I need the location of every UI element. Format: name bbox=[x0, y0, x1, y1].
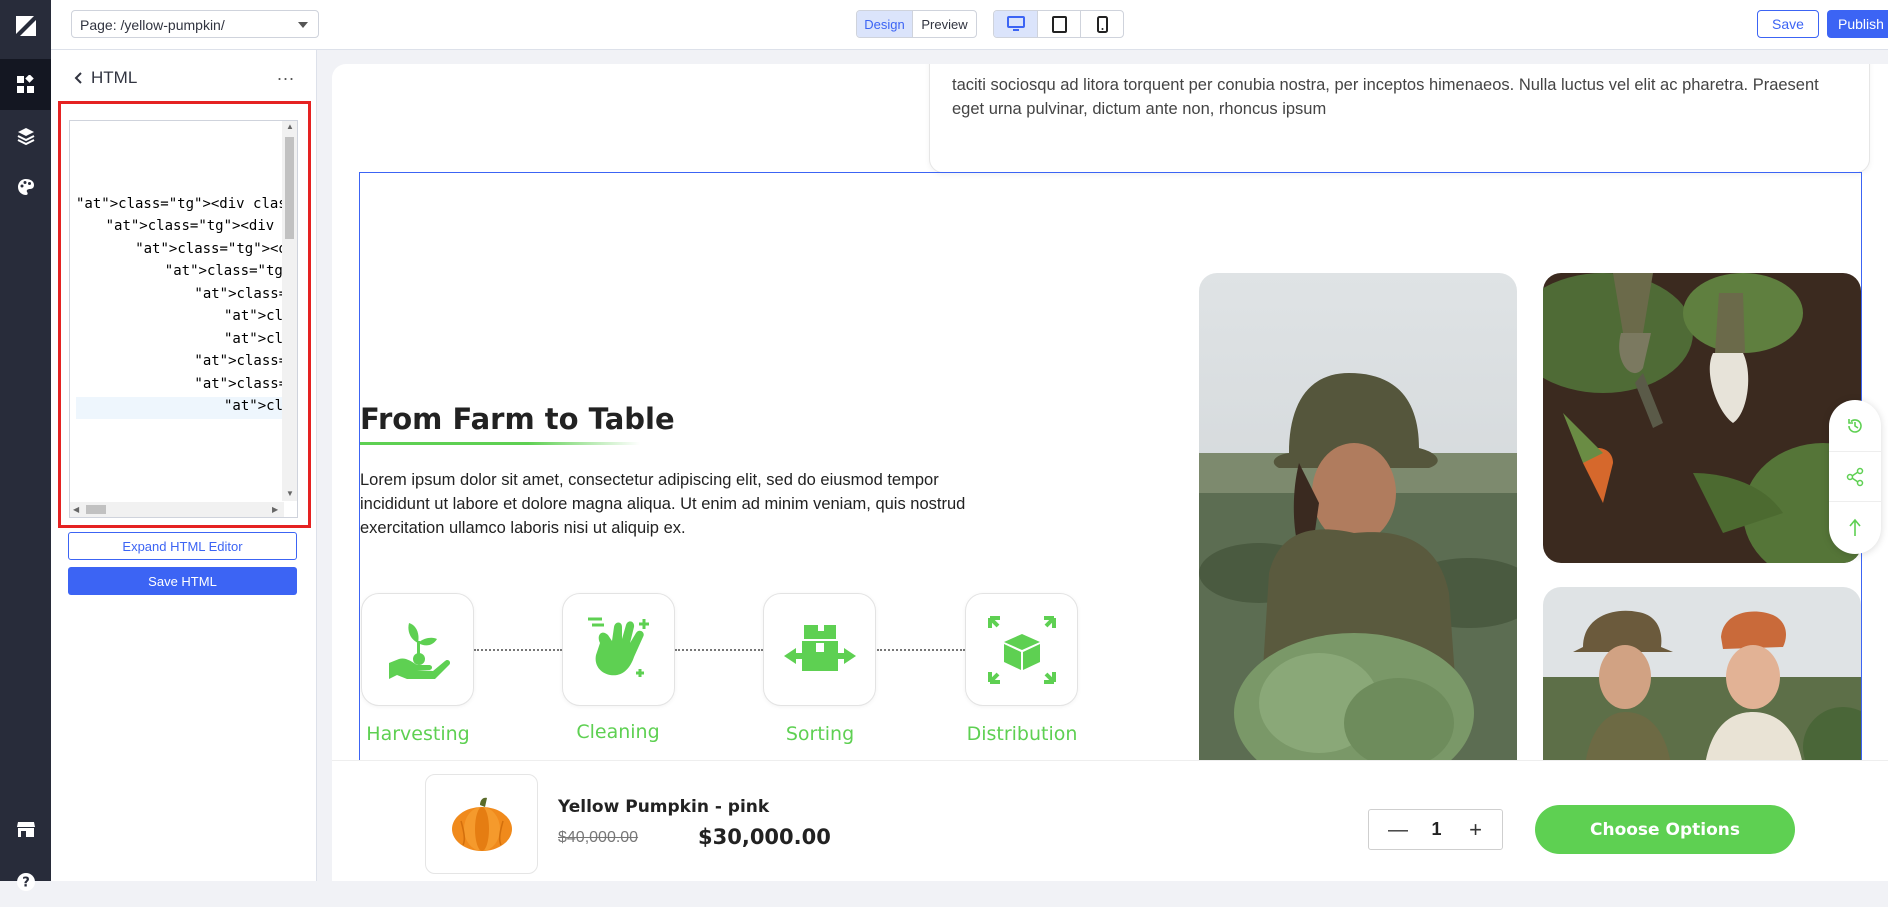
widgets-icon[interactable] bbox=[0, 59, 51, 110]
horizontal-scrollbar[interactable]: ◀ ▶ bbox=[70, 502, 284, 517]
section-title: From Farm to Table bbox=[360, 402, 675, 436]
choose-options-button[interactable]: Choose Options bbox=[1535, 805, 1795, 854]
chevron-down-icon bbox=[298, 22, 308, 28]
theme-styles-icon[interactable] bbox=[0, 161, 51, 212]
scroll-thumb-horizontal[interactable] bbox=[86, 505, 106, 514]
expand-html-editor-button[interactable]: Expand HTML Editor bbox=[68, 532, 297, 560]
step-label-cleaning: Cleaning bbox=[576, 721, 660, 743]
code-lines: "at">class="tg"><div class="productview "… bbox=[76, 193, 286, 418]
step-sorting bbox=[763, 593, 876, 706]
quantity-value[interactable]: 1 bbox=[1369, 819, 1504, 840]
code-line: "at">class="tg"><div class="pro bbox=[135, 240, 286, 257]
product-name: Yellow Pumpkin - pink bbox=[558, 797, 770, 817]
hand-sprout-icon bbox=[388, 622, 450, 679]
code-line: "at">class="tg"><div class="product bbox=[105, 218, 286, 234]
scroll-right-arrow-icon[interactable]: ▶ bbox=[272, 505, 278, 514]
product-thumbnail bbox=[425, 774, 538, 874]
share-icon[interactable] bbox=[1829, 451, 1881, 502]
help-icon[interactable]: ? bbox=[0, 856, 51, 907]
increase-quantity-button[interactable]: + bbox=[1469, 817, 1482, 843]
code-area[interactable]: "at">class="tg"><div class="productview "… bbox=[76, 125, 286, 495]
review-text: taciti sociosqu ad litora torquent per c… bbox=[952, 76, 1819, 118]
old-price: $40,000.00 bbox=[558, 829, 639, 846]
tablet-icon[interactable] bbox=[1038, 11, 1081, 37]
bigcommerce-logo[interactable] bbox=[13, 13, 39, 39]
carrot-harvest-photo bbox=[1543, 273, 1861, 563]
code-line: "at">class="tg"><h2 bbox=[224, 308, 286, 324]
view-mode-toggle: Design Preview bbox=[856, 10, 977, 38]
section-paragraph: Lorem ipsum dolor sit amet, consectetur … bbox=[360, 471, 966, 537]
farmer-cabbage-photo bbox=[1199, 273, 1517, 793]
sorting-box-icon bbox=[783, 624, 856, 671]
page-canvas: taciti sociosqu ad litora torquent per c… bbox=[332, 64, 1888, 881]
more-options-icon[interactable]: ... bbox=[277, 64, 295, 85]
step-cleaning bbox=[562, 593, 675, 706]
code-line: "at">class="tg"><p> bbox=[224, 330, 286, 347]
html-code-editor[interactable]: "at">class="tg"><div class="productview "… bbox=[69, 120, 298, 518]
code-line: "at">class="tg"><di bbox=[224, 398, 286, 414]
title-underline bbox=[360, 442, 640, 445]
step-connector bbox=[474, 649, 562, 651]
code-line: "at">class="tg"><div cl bbox=[194, 375, 286, 392]
floating-tools bbox=[1829, 400, 1881, 554]
step-label-sorting: Sorting bbox=[785, 723, 855, 745]
html-panel: HTML ... "at">class="tg"><div class="pro… bbox=[51, 50, 317, 881]
left-rail: ? bbox=[0, 0, 51, 891]
distribution-box-icon bbox=[987, 615, 1056, 684]
layers-icon[interactable] bbox=[0, 110, 51, 161]
scroll-up-arrow-icon[interactable]: ▲ bbox=[286, 122, 294, 131]
device-toggle bbox=[993, 10, 1124, 38]
publish-button[interactable]: Publish bbox=[1827, 10, 1888, 38]
step-label-harvesting: Harvesting bbox=[366, 723, 470, 745]
save-html-button[interactable]: Save HTML bbox=[68, 567, 297, 595]
page-select-value: Page: /yellow-pumpkin/ bbox=[80, 17, 225, 33]
desktop-icon[interactable] bbox=[994, 11, 1038, 37]
sticky-product-bar: Yellow Pumpkin - pink $40,000.00 $30,000… bbox=[332, 760, 1888, 881]
vertical-scrollbar[interactable]: ▲ ▼ bbox=[282, 121, 297, 501]
code-line: "at">class="tg"><div class="productview bbox=[76, 195, 286, 212]
top-bar: Page: /yellow-pumpkin/ Design Preview Sa… bbox=[51, 0, 1888, 50]
design-tab[interactable]: Design bbox=[857, 11, 913, 37]
page-select[interactable]: Page: /yellow-pumpkin/ bbox=[71, 10, 319, 38]
scroll-thumb[interactable] bbox=[285, 137, 294, 239]
review-card: taciti sociosqu ad litora torquent per c… bbox=[929, 64, 1870, 173]
quantity-stepper: — 1 + bbox=[1368, 809, 1503, 850]
step-harvesting bbox=[361, 593, 474, 706]
svg-text:?: ? bbox=[22, 875, 30, 890]
step-connector bbox=[877, 649, 965, 651]
panel-title: HTML bbox=[91, 68, 138, 87]
step-distribution bbox=[965, 593, 1078, 706]
code-line: "at">class="tg"><div class= bbox=[164, 263, 286, 279]
scroll-left-arrow-icon[interactable]: ◀ bbox=[73, 505, 79, 514]
step-connector bbox=[675, 649, 763, 651]
step-label-distribution: Distribution bbox=[966, 723, 1078, 745]
mobile-icon[interactable] bbox=[1081, 11, 1123, 37]
code-line: "at">class="tg"></div> bbox=[194, 353, 286, 369]
storefront-icon[interactable] bbox=[0, 803, 51, 854]
pumpkin-icon bbox=[451, 797, 512, 851]
save-button[interactable]: Save bbox=[1757, 10, 1819, 38]
history-icon[interactable] bbox=[1829, 400, 1881, 451]
current-price: $30,000.00 bbox=[698, 825, 831, 849]
scroll-down-arrow-icon[interactable]: ▼ bbox=[286, 489, 294, 498]
preview-tab[interactable]: Preview bbox=[913, 11, 976, 37]
panel-back-button[interactable]: HTML bbox=[73, 68, 137, 88]
cleaning-hand-icon bbox=[587, 617, 649, 677]
chevron-left-icon bbox=[74, 72, 82, 84]
code-line: "at">class="tg"><div cl bbox=[194, 285, 286, 302]
scroll-top-icon[interactable] bbox=[1829, 502, 1881, 553]
